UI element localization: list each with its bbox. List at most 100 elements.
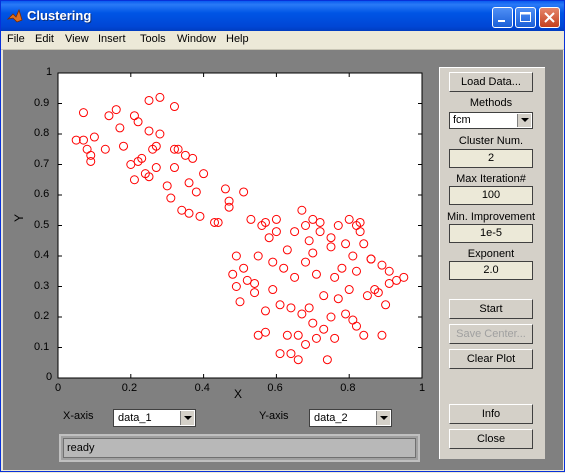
data-point bbox=[351, 266, 361, 276]
y-tick-label: 0.5 bbox=[34, 218, 50, 231]
data-point bbox=[319, 291, 329, 301]
load-data-button[interactable]: Load Data... bbox=[449, 72, 533, 92]
methods-select-value: fcm bbox=[453, 114, 471, 126]
data-point bbox=[399, 272, 409, 282]
data-point bbox=[341, 309, 351, 319]
data-point bbox=[133, 117, 143, 127]
data-point bbox=[191, 187, 201, 197]
y-tick-label: 0.7 bbox=[34, 157, 50, 170]
data-point bbox=[162, 181, 172, 191]
data-point bbox=[301, 257, 311, 267]
save-center-button[interactable]: Save Center... bbox=[449, 324, 533, 344]
data-point bbox=[333, 294, 343, 304]
data-point bbox=[333, 221, 343, 230]
data-point bbox=[235, 297, 245, 307]
data-point bbox=[239, 187, 249, 197]
data-point bbox=[271, 227, 281, 237]
y-tick-label: 0 bbox=[46, 371, 53, 383]
data-point bbox=[322, 355, 332, 365]
data-point bbox=[220, 184, 230, 194]
data-point bbox=[286, 303, 296, 313]
clustering-window: Clustering File Edit View Insert Tools W… bbox=[0, 0, 565, 472]
x-axis-title: X bbox=[234, 387, 243, 401]
data-point bbox=[301, 221, 311, 230]
info-button[interactable]: Info bbox=[449, 404, 533, 424]
data-point bbox=[166, 193, 176, 203]
data-point bbox=[239, 263, 249, 273]
data-point bbox=[264, 233, 274, 243]
data-point bbox=[282, 330, 292, 340]
data-point bbox=[308, 318, 318, 328]
x-tick-label: 1 bbox=[419, 382, 426, 394]
data-point bbox=[326, 312, 336, 322]
data-point bbox=[341, 239, 351, 249]
data-point bbox=[319, 324, 329, 334]
data-point bbox=[315, 227, 325, 237]
x-tick-label: 0 bbox=[55, 382, 62, 394]
cluster-num-field[interactable]: 2 bbox=[449, 149, 533, 168]
data-point bbox=[155, 92, 165, 102]
data-point bbox=[366, 254, 376, 264]
data-point bbox=[253, 251, 263, 261]
data-point bbox=[188, 153, 198, 163]
data-point bbox=[293, 355, 303, 365]
min-improvement-label: Min. Improvement bbox=[446, 211, 536, 223]
data-point bbox=[78, 108, 88, 118]
data-point bbox=[282, 245, 292, 255]
data-point bbox=[144, 126, 154, 136]
data-point bbox=[260, 327, 270, 337]
x-axis-select[interactable]: data_1 bbox=[113, 409, 196, 427]
data-point bbox=[290, 272, 300, 282]
data-point bbox=[279, 263, 289, 273]
data-point bbox=[268, 257, 278, 267]
status-text: ready bbox=[67, 442, 95, 454]
data-point bbox=[195, 211, 205, 221]
chevron-down-icon[interactable] bbox=[517, 114, 531, 127]
data-point bbox=[119, 141, 129, 151]
data-point bbox=[231, 251, 241, 261]
data-point bbox=[286, 349, 296, 359]
y-tick-label: 0.8 bbox=[34, 127, 50, 139]
data-point bbox=[268, 285, 278, 295]
data-point bbox=[297, 309, 307, 319]
close-button[interactable]: Close bbox=[449, 429, 533, 449]
data-point bbox=[362, 291, 372, 301]
clear-plot-button[interactable]: Clear Plot bbox=[449, 349, 533, 369]
data-point bbox=[290, 227, 300, 237]
data-point bbox=[359, 330, 369, 340]
data-point bbox=[231, 282, 241, 291]
data-point bbox=[315, 217, 325, 227]
y-axis-select[interactable]: data_2 bbox=[309, 409, 392, 427]
y-tick-label: 0.9 bbox=[34, 96, 50, 109]
min-improvement-field[interactable]: 1e-5 bbox=[449, 224, 533, 243]
data-point bbox=[199, 169, 209, 179]
chevron-down-icon[interactable] bbox=[376, 411, 390, 425]
data-point bbox=[104, 111, 114, 121]
data-point bbox=[308, 248, 318, 258]
y-axis-title: Y bbox=[12, 213, 27, 223]
data-point bbox=[351, 321, 361, 331]
data-point bbox=[275, 349, 285, 359]
start-button[interactable]: Start bbox=[449, 299, 533, 319]
data-point bbox=[144, 95, 154, 105]
chevron-down-icon[interactable] bbox=[180, 411, 194, 425]
y-axis-select-label: Y-axis bbox=[259, 410, 289, 422]
data-point bbox=[115, 123, 125, 133]
data-point bbox=[184, 178, 194, 188]
max-iteration-field[interactable]: 100 bbox=[449, 186, 533, 205]
exponent-field[interactable]: 2.0 bbox=[449, 261, 533, 280]
data-point bbox=[260, 306, 270, 316]
x-axis-select-label: X-axis bbox=[63, 410, 94, 422]
data-point bbox=[330, 333, 340, 343]
exponent-label: Exponent bbox=[467, 248, 515, 260]
x-axis-select-value: data_1 bbox=[118, 412, 152, 424]
data-point bbox=[129, 175, 139, 185]
data-point bbox=[111, 105, 121, 115]
data-point bbox=[311, 333, 321, 343]
methods-select[interactable]: fcm bbox=[449, 112, 533, 129]
y-tick-label: 1 bbox=[46, 66, 53, 78]
data-point bbox=[184, 208, 194, 218]
data-point bbox=[155, 129, 165, 139]
data-point bbox=[297, 205, 307, 215]
data-point bbox=[330, 272, 340, 282]
